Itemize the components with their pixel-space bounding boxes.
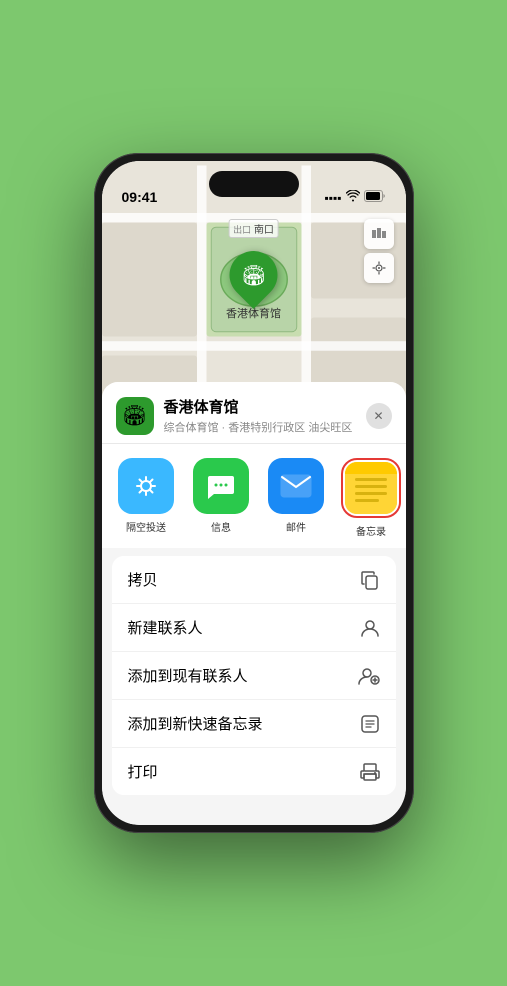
action-new-contact[interactable]: 新建联系人 bbox=[112, 604, 396, 652]
new-contact-icon bbox=[360, 618, 380, 638]
sheet-header: 🏟 香港体育馆 综合体育馆 · 香港特别行政区 油尖旺区 ✕ bbox=[102, 382, 406, 444]
action-list: 拷贝 新建联系人 添加到现有联系人 bbox=[112, 556, 396, 795]
airdrop-icon-wrap bbox=[118, 458, 174, 514]
action-add-existing-contact[interactable]: 添加到现有联系人 bbox=[112, 652, 396, 700]
venue-logo: 🏟 bbox=[116, 397, 154, 435]
phone-screen: 09:41 ▪▪▪▪ bbox=[102, 161, 406, 825]
messages-icon-wrap bbox=[193, 458, 249, 514]
print-label: 打印 bbox=[128, 761, 158, 782]
nankou-text: 南口 bbox=[254, 225, 274, 236]
status-time: 09:41 bbox=[122, 189, 158, 205]
stadium-icon: 🏟 bbox=[241, 263, 266, 288]
action-quick-note[interactable]: 添加到新快速备忘录 bbox=[112, 700, 396, 748]
quick-note-label: 添加到新快速备忘录 bbox=[128, 713, 263, 734]
status-icons: ▪▪▪▪ bbox=[324, 190, 385, 205]
map-nankou-label: 出口 南口 bbox=[228, 219, 279, 238]
label-prefix: 出口 bbox=[233, 225, 251, 235]
print-icon bbox=[360, 762, 380, 782]
action-print[interactable]: 打印 bbox=[112, 748, 396, 795]
phone-frame: 09:41 ▪▪▪▪ bbox=[94, 153, 414, 833]
share-mail[interactable]: 邮件 bbox=[264, 458, 329, 538]
wifi-icon bbox=[346, 190, 360, 205]
venue-info: 香港体育馆 综合体育馆 · 香港特别行政区 油尖旺区 bbox=[164, 396, 366, 435]
close-button[interactable]: ✕ bbox=[366, 403, 392, 429]
notes-icon-wrap bbox=[345, 462, 397, 514]
share-notes[interactable]: 备忘录 bbox=[339, 458, 404, 538]
venue-logo-icon: 🏟 bbox=[122, 403, 147, 428]
share-row: 隔空投送 信息 bbox=[102, 444, 406, 548]
add-contact-icon bbox=[358, 666, 380, 686]
add-existing-label: 添加到现有联系人 bbox=[128, 665, 248, 686]
action-copy[interactable]: 拷贝 bbox=[112, 556, 396, 604]
airdrop-label: 隔空投送 bbox=[126, 519, 166, 534]
venue-name: 香港体育馆 bbox=[164, 396, 366, 417]
messages-label: 信息 bbox=[211, 519, 231, 534]
notes-label: 备忘录 bbox=[356, 523, 386, 538]
dynamic-island bbox=[209, 171, 299, 197]
copy-icon bbox=[360, 570, 380, 590]
quick-note-icon bbox=[360, 714, 380, 734]
stadium-pin: 🏟 香港体育馆 bbox=[226, 251, 281, 321]
notes-selected-border bbox=[341, 458, 401, 518]
copy-label: 拷贝 bbox=[128, 569, 158, 590]
venue-desc: 综合体育馆 · 香港特别行政区 油尖旺区 bbox=[164, 419, 366, 435]
bottom-sheet: 🏟 香港体育馆 综合体育馆 · 香港特别行政区 油尖旺区 ✕ bbox=[102, 382, 406, 825]
map-controls[interactable] bbox=[364, 219, 394, 287]
share-airdrop[interactable]: 隔空投送 bbox=[114, 458, 179, 538]
location-button[interactable] bbox=[364, 253, 394, 283]
new-contact-label: 新建联系人 bbox=[128, 617, 203, 638]
signal-icon: ▪▪▪▪ bbox=[324, 191, 341, 205]
mail-label: 邮件 bbox=[286, 519, 306, 534]
share-messages[interactable]: 信息 bbox=[189, 458, 254, 538]
battery-icon bbox=[364, 190, 386, 205]
map-type-button[interactable] bbox=[364, 219, 394, 249]
pin-circle: 🏟 bbox=[220, 241, 288, 309]
mail-icon-wrap bbox=[268, 458, 324, 514]
